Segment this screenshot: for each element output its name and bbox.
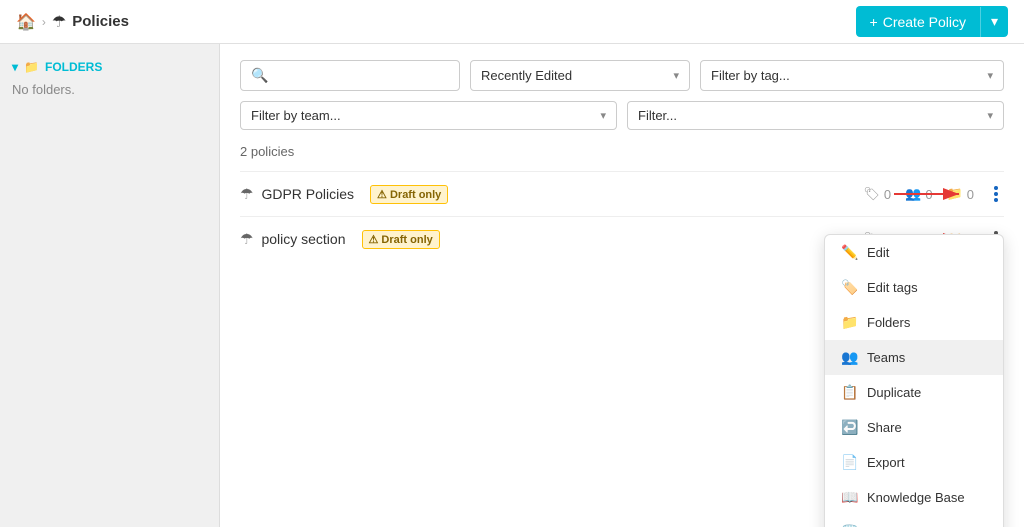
recently-edited-select[interactable]: Recently Edited ▾ — [470, 60, 690, 91]
menu-item-edit-tags-label: Edit tags — [867, 280, 918, 295]
menu-item-edit-tags[interactable]: 🏷️ Edit tags — [825, 270, 1003, 305]
tag-icon: 🏷️ — [841, 279, 857, 296]
policy-row-left: ☂ GDPR Policies ⚠ Draft only — [240, 185, 448, 204]
page-title: Policies — [72, 13, 129, 30]
create-policy-main-label[interactable]: + Create Policy — [856, 7, 981, 37]
filters-row-2: Filter by team... ▾ Filter... ▾ — [240, 101, 1004, 130]
chevron-down-icon: ▾ — [12, 60, 18, 74]
search-icon: 🔍 — [251, 67, 268, 84]
main-layout: ▾ 📁 FOLDERS No folders. 🔍 Recently Edite… — [0, 44, 1024, 527]
policy-row-left: ☂ policy section ⚠ Draft only — [240, 230, 440, 249]
menu-item-edit[interactable]: ✏️ Edit — [825, 235, 1003, 270]
filters-row-1: 🔍 Recently Edited ▾ Filter by tag... ▾ — [240, 60, 1004, 91]
breadcrumb-separator: › — [42, 15, 46, 29]
filter-tag-caret-icon: ▾ — [987, 69, 993, 82]
table-row: ☂ GDPR Policies ⚠ Draft only 🏷 0 👥 0 📁 0 — [240, 171, 1004, 216]
filter-team-caret-icon: ▾ — [600, 109, 606, 122]
menu-item-folders[interactable]: 📁 Folders — [825, 305, 1003, 340]
menu-item-recycle-bin[interactable]: 🗑️ Move to Recycle Bin — [825, 515, 1003, 527]
content-area: 🔍 Recently Edited ▾ Filter by tag... ▾ F… — [220, 44, 1024, 527]
menu-item-knowledge-base[interactable]: 📖 Knowledge Base — [825, 480, 1003, 515]
filter-team-label: Filter by team... — [251, 108, 341, 123]
policy-name: GDPR Policies — [261, 186, 354, 202]
recently-edited-label: Recently Edited — [481, 68, 572, 83]
folder-icon: 📁 — [24, 60, 39, 74]
no-folders-text: No folders. — [12, 82, 207, 97]
arrow-annotation-1 — [894, 184, 974, 204]
folders-section-header[interactable]: ▾ 📁 FOLDERS — [12, 60, 207, 74]
policy-row-right: 🏷 0 👥 0 📁 0 — [863, 184, 1004, 204]
filter-tag-select[interactable]: Filter by tag... ▾ — [700, 60, 1004, 91]
context-dropdown-menu: ✏️ Edit 🏷️ Edit tags 📁 Folders 👥 Teams 📋… — [824, 234, 1004, 527]
share-icon: ↩️ — [841, 419, 857, 436]
menu-item-teams-label: Teams — [867, 350, 905, 365]
recently-edited-caret-icon: ▾ — [673, 69, 679, 82]
plus-icon: + — [870, 14, 878, 30]
policy-icon: ☂ — [240, 185, 253, 203]
menu-item-folders-label: Folders — [867, 315, 910, 330]
policies-icon: ☂ — [52, 12, 66, 32]
export-icon: 📄 — [841, 454, 857, 471]
create-policy-dropdown-arrow[interactable]: ▾ — [981, 6, 1008, 37]
home-icon[interactable]: 🏠 — [16, 12, 36, 32]
edit-icon: ✏️ — [841, 244, 857, 261]
create-policy-button[interactable]: + Create Policy ▾ — [856, 6, 1008, 37]
draft-badge: ⚠ Draft only — [370, 185, 448, 204]
menu-item-duplicate[interactable]: 📋 Duplicate — [825, 375, 1003, 410]
menu-item-teams[interactable]: 👥 Teams — [825, 340, 1003, 375]
filter-caret-icon: ▾ — [987, 109, 993, 122]
menu-item-export[interactable]: 📄 Export — [825, 445, 1003, 480]
menu-item-export-label: Export — [867, 455, 905, 470]
filter-label: Filter... — [638, 108, 677, 123]
folder-icon: 📁 — [841, 314, 857, 331]
tags-meta: 🏷 0 — [863, 186, 891, 202]
menu-item-share[interactable]: ↩️ Share — [825, 410, 1003, 445]
search-box[interactable]: 🔍 — [240, 60, 460, 91]
teams-icon: 👥 — [841, 349, 857, 366]
menu-item-duplicate-label: Duplicate — [867, 385, 921, 400]
header: 🏠 › ☂ Policies + Create Policy ▾ — [0, 0, 1024, 44]
draft-badge: ⚠ Draft only — [362, 230, 440, 249]
tag-icon: 🏷 — [863, 186, 880, 202]
sidebar: ▾ 📁 FOLDERS No folders. — [0, 44, 220, 527]
menu-item-share-label: Share — [867, 420, 902, 435]
menu-item-knowledge-base-label: Knowledge Base — [867, 490, 965, 505]
filter-tag-label: Filter by tag... — [711, 68, 790, 83]
breadcrumb: 🏠 › ☂ Policies — [16, 12, 129, 32]
search-input[interactable] — [274, 68, 449, 83]
folders-label: FOLDERS — [45, 60, 102, 74]
three-dots-menu-button[interactable] — [988, 184, 1004, 204]
duplicate-icon: 📋 — [841, 384, 857, 401]
knowledge-base-icon: 📖 — [841, 489, 857, 506]
policy-name: policy section — [261, 231, 345, 247]
menu-item-edit-label: Edit — [867, 245, 889, 260]
policies-count: 2 policies — [240, 144, 1004, 159]
filter-select[interactable]: Filter... ▾ — [627, 101, 1004, 130]
filter-team-select[interactable]: Filter by team... ▾ — [240, 101, 617, 130]
policy-icon: ☂ — [240, 230, 253, 248]
